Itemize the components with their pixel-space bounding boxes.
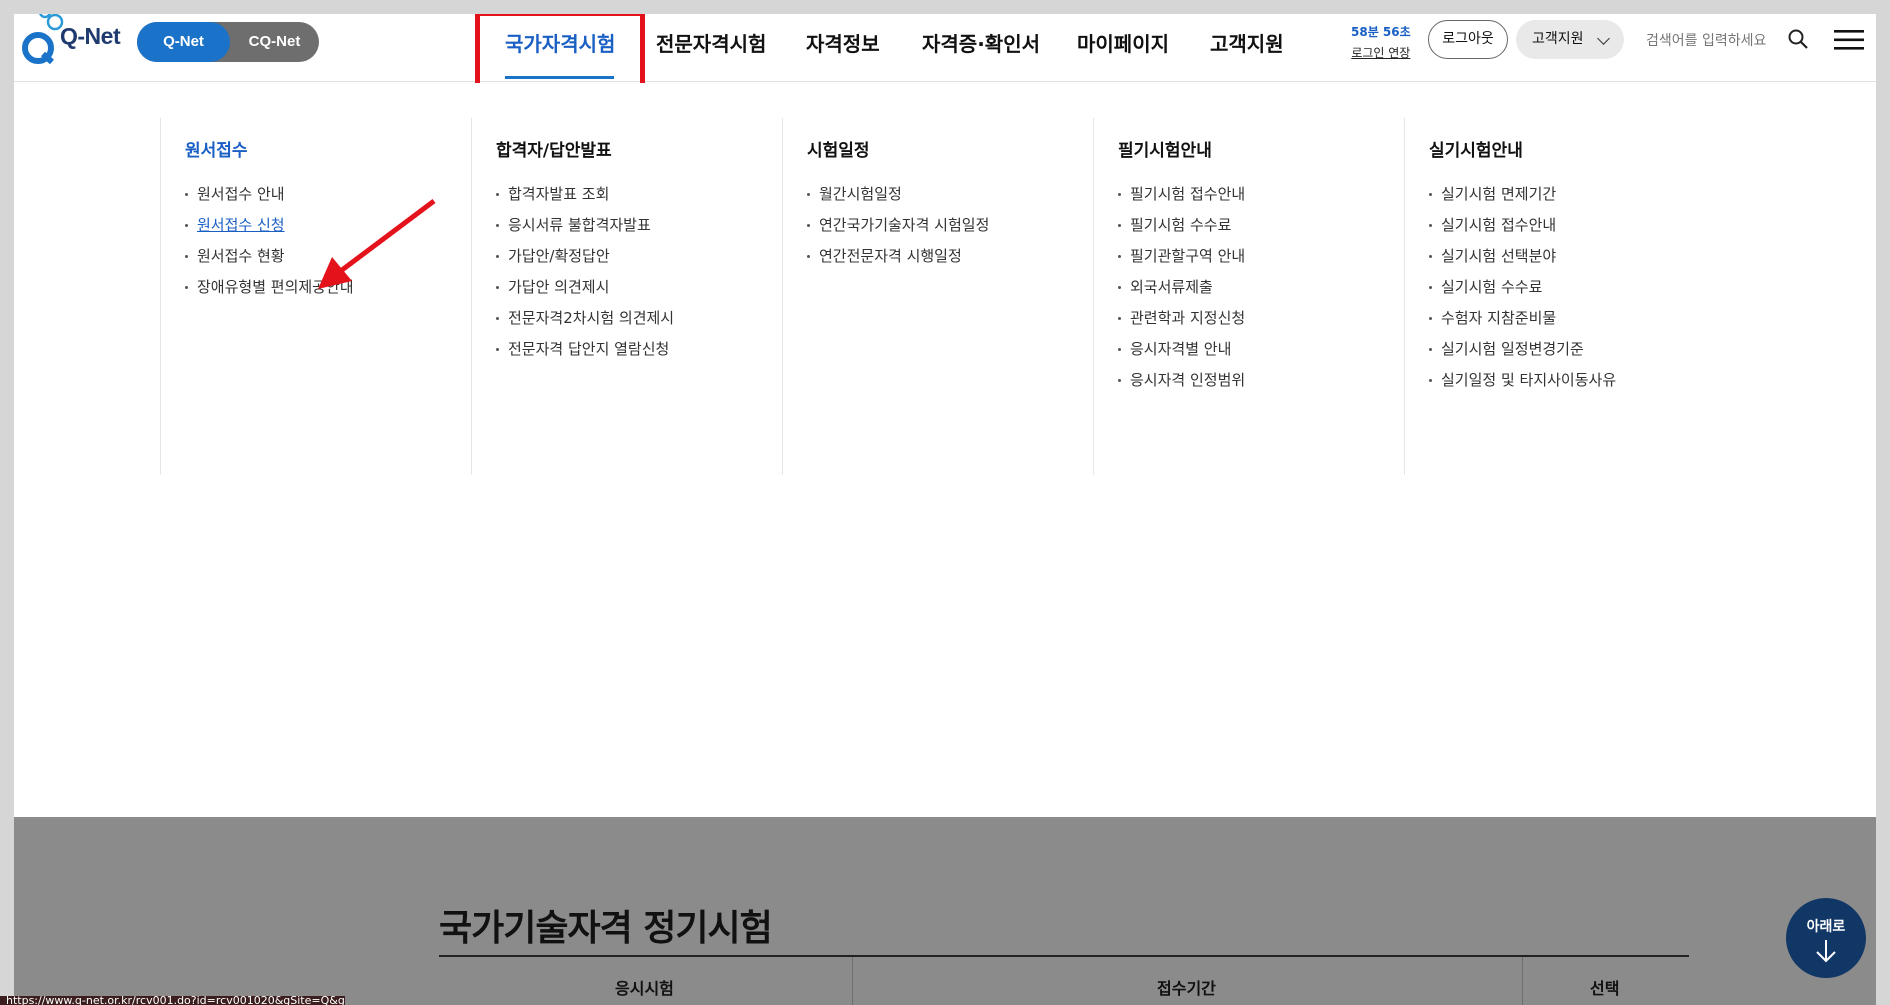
cqnet-toggle[interactable]: CQ-Net (230, 22, 319, 62)
search-icon[interactable] (1787, 28, 1809, 50)
menu-item[interactable]: 실기시험 수수료 (1429, 274, 1714, 305)
mega-menu: 원서접수 원서접수 안내 원서접수 신청 원서접수 현황 장애유형별 편의제공안… (14, 83, 1876, 483)
qnet-toggle[interactable]: Q-Net (137, 22, 230, 62)
menu-item[interactable]: 월간시험일정 (807, 181, 1092, 212)
menu-item[interactable]: 실기시험 면제기간 (1429, 181, 1714, 212)
table-header-divider (852, 957, 853, 1005)
logout-button[interactable]: 로그아웃 (1428, 20, 1508, 59)
menu-item[interactable]: 연간국가기술자격 시험일정 (807, 212, 1092, 243)
hamburger-menu-icon[interactable] (1834, 28, 1864, 52)
menu-item[interactable]: 외국서류제출 (1118, 274, 1403, 305)
annotation-arrow-icon (318, 199, 436, 289)
menu-item[interactable]: 실기시험 일정변경기준 (1429, 336, 1714, 367)
menu-item[interactable]: 가답안 의견제시 (496, 274, 781, 305)
menu-item[interactable]: 전문자격 답안지 열람신청 (496, 336, 781, 367)
arrow-down-icon (1816, 940, 1836, 963)
nav-certificate[interactable]: 자격증·확인서 (922, 28, 1040, 57)
menu-item[interactable]: 필기시험 수수료 (1118, 212, 1403, 243)
scroll-down-label: 아래로 (1806, 919, 1846, 935)
nav-customer-support[interactable]: 고객지원 (1210, 28, 1284, 57)
menu-col-practical-exam: 실기시험안내 실기시험 면제기간 실기시험 접수안내 실기시험 선택분야 실기시… (1404, 118, 1714, 475)
table-header-period: 접수기간 (1157, 979, 1216, 998)
menu-item[interactable]: 관련학과 지정신청 (1118, 305, 1403, 336)
annotation-highlight-box (475, 14, 645, 92)
status-bar-url: https://www.q-net.or.kr/rcv001.do?id=rcv… (0, 996, 345, 1005)
table-top-border (439, 955, 1689, 957)
menu-item[interactable]: 필기시험 접수안내 (1118, 181, 1403, 212)
table-header-exam: 응시시험 (615, 979, 674, 998)
search-input[interactable] (1646, 27, 1781, 55)
login-extend-link[interactable]: 로그인 연장 (1351, 44, 1411, 61)
menu-col-results: 합격자/답안발표 합격자발표 조회 응시서류 불합격자발표 가답안/확정답안 가… (471, 118, 781, 475)
table-header-divider (1522, 957, 1523, 1005)
menu-col-title[interactable]: 합격자/답안발표 (496, 136, 781, 161)
menu-col-application: 원서접수 원서접수 안내 원서접수 신청 원서접수 현황 장애유형별 편의제공안… (160, 118, 470, 475)
menu-item[interactable]: 응시자격 인정범위 (1118, 367, 1403, 398)
menu-col-schedule: 시험일정 월간시험일정 연간국가기술자격 시험일정 연간전문자격 시행일정 (782, 118, 1092, 475)
logo-text: Q-Net (60, 23, 121, 49)
chevron-down-icon (1597, 32, 1610, 45)
menu-col-title[interactable]: 원서접수 (185, 136, 470, 161)
qnet-logo[interactable]: Q-Net (14, 14, 121, 68)
nav-qualification-info[interactable]: 자격정보 (806, 28, 880, 57)
menu-col-title[interactable]: 시험일정 (807, 136, 1092, 161)
menu-col-title[interactable]: 필기시험안내 (1118, 136, 1403, 161)
session-timer: 58분 56초 로그인 연장 (1351, 23, 1411, 61)
nav-mypage[interactable]: 마이페이지 (1077, 28, 1169, 57)
menu-item[interactable]: 실기시험 접수안내 (1429, 212, 1714, 243)
menu-item[interactable]: 실기일정 및 타지사이동사유 (1429, 367, 1714, 398)
menu-item[interactable]: 연간전문자격 시행일정 (807, 243, 1092, 274)
nav-professional-exam[interactable]: 전문자격시험 (656, 28, 766, 57)
support-dropdown[interactable]: 고객지원 (1516, 20, 1624, 59)
scroll-down-button[interactable]: 아래로 (1786, 898, 1866, 978)
browser-viewport: Q-Net Q-Net CQ-Net 국가자격시험 전문자격시험 자격정보 자격… (14, 14, 1876, 1005)
session-remaining: 58분 56초 (1351, 25, 1411, 39)
site-header: Q-Net Q-Net CQ-Net 국가자격시험 전문자격시험 자격정보 자격… (14, 14, 1876, 92)
menu-item[interactable]: 합격자발표 조회 (496, 181, 781, 212)
menu-item[interactable]: 전문자격2차시험 의견제시 (496, 305, 781, 336)
support-dropdown-label: 고객지원 (1532, 31, 1584, 47)
table-header-select: 선택 (1590, 979, 1620, 998)
menu-item[interactable]: 수험자 지참준비물 (1429, 305, 1714, 336)
menu-col-written-exam: 필기시험안내 필기시험 접수안내 필기시험 수수료 필기관할구역 안내 외국서류… (1093, 118, 1403, 475)
menu-item[interactable]: 응시서류 불합격자발표 (496, 212, 781, 243)
menu-item[interactable]: 실기시험 선택분야 (1429, 243, 1714, 274)
menu-item[interactable]: 필기관할구역 안내 (1118, 243, 1403, 274)
section-title: 국가기술자격 정기시험 (439, 908, 773, 949)
menu-item[interactable]: 가답안/확정답안 (496, 243, 781, 274)
menu-item[interactable]: 응시자격별 안내 (1118, 336, 1403, 367)
menu-col-title[interactable]: 실기시험안내 (1429, 136, 1714, 161)
site-switch: Q-Net CQ-Net (137, 22, 319, 62)
